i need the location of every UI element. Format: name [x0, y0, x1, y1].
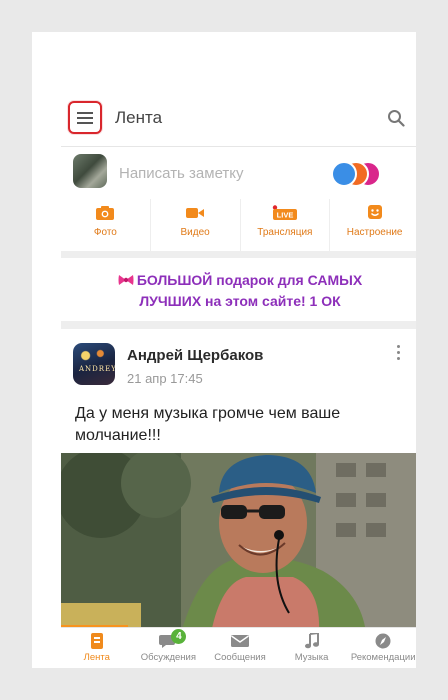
nav-feed-label: Лента: [83, 652, 110, 663]
action-broadcast-label: Трансляция: [257, 227, 313, 238]
section-gap: [61, 251, 416, 258]
post-actions-row: Фото Видео LIVE Трансляция Настроение: [61, 199, 416, 251]
top-bar: Лента: [61, 64, 416, 146]
nav-discussions[interactable]: 4 Обсуждения: [133, 628, 205, 668]
envelope-icon: [230, 635, 249, 647]
action-photo[interactable]: Фото: [61, 199, 151, 251]
nav-feed[interactable]: Лента: [61, 628, 133, 668]
promo-text: БОЛЬШОЙ подарок для САМЫХ ЛУЧШИХ на этом…: [81, 270, 399, 312]
promo-line1: БОЛЬШОЙ подарок для САМЫХ: [136, 272, 363, 288]
nav-music[interactable]: Музыка: [276, 628, 348, 668]
post-author-name[interactable]: Андрей Щербаков: [127, 347, 263, 364]
action-video[interactable]: Видео: [151, 199, 241, 251]
smiley-icon: [367, 205, 382, 219]
promo-line2: ЛУЧШИХ на этом сайте! 1 ОК: [139, 293, 341, 309]
promo-banner[interactable]: БОЛЬШОЙ подарок для САМЫХ ЛУЧШИХ на этом…: [61, 258, 416, 321]
svg-text:LIVE: LIVE: [277, 211, 294, 220]
nav-discussions-label: Обсуждения: [140, 652, 196, 663]
compass-icon: [375, 633, 391, 649]
bottom-navigation: Лента 4 Обсуждения Сообщения Музыка Реко…: [61, 627, 416, 668]
avatar-text: ANDREY: [79, 365, 115, 373]
nav-messages[interactable]: Сообщения: [204, 628, 276, 668]
camera-icon: [96, 206, 115, 220]
more-options-icon[interactable]: [397, 345, 401, 361]
post-image[interactable]: [61, 453, 416, 633]
action-mood-label: Настроение: [346, 227, 403, 238]
hamburger-menu-icon: [77, 111, 93, 124]
hamburger-menu-button[interactable]: [68, 101, 102, 134]
feed-icon: [90, 633, 103, 649]
user-avatar[interactable]: [73, 154, 107, 188]
screenshot-frame: Лента Написать заметку Фото Видео LIVE Т…: [32, 32, 416, 668]
action-photo-label: Фото: [93, 227, 117, 238]
color-dots-icon[interactable]: [331, 161, 381, 187]
action-mood[interactable]: Настроение: [330, 199, 416, 251]
action-broadcast[interactable]: LIVE Трансляция: [241, 199, 331, 251]
chat-bubble-wrap: 4: [159, 629, 187, 649]
feed-post: ANDREY Андрей Щербаков 21 апр 17:45 Да у…: [61, 329, 416, 668]
section-gap: [61, 321, 416, 329]
live-broadcast-icon: LIVE: [272, 205, 297, 220]
nav-recommendations-label: Рекомендации: [350, 652, 416, 663]
nav-messages-label: Сообщения: [214, 652, 266, 663]
discussions-badge: 4: [171, 629, 187, 644]
compose-placeholder[interactable]: Написать заметку: [119, 165, 244, 182]
action-video-label: Видео: [180, 227, 210, 238]
gift-bow-icon: [118, 275, 134, 285]
video-camera-icon: [186, 208, 205, 218]
music-note-icon: [304, 633, 319, 649]
post-photo-illustration: [61, 453, 416, 633]
search-icon[interactable]: [387, 109, 405, 127]
page-title: Лента: [115, 108, 163, 127]
compose-row[interactable]: Написать заметку: [61, 147, 416, 199]
nav-music-label: Музыка: [294, 652, 329, 663]
app-screen: Лента Написать заметку Фото Видео LIVE Т…: [61, 64, 416, 668]
nav-recommendations[interactable]: Рекомендации: [347, 628, 416, 668]
post-text: Да у меня музыка громче чем ваше молчани…: [75, 405, 341, 444]
post-author-avatar[interactable]: ANDREY: [73, 343, 115, 385]
post-date: 21 апр 17:45: [127, 371, 203, 386]
